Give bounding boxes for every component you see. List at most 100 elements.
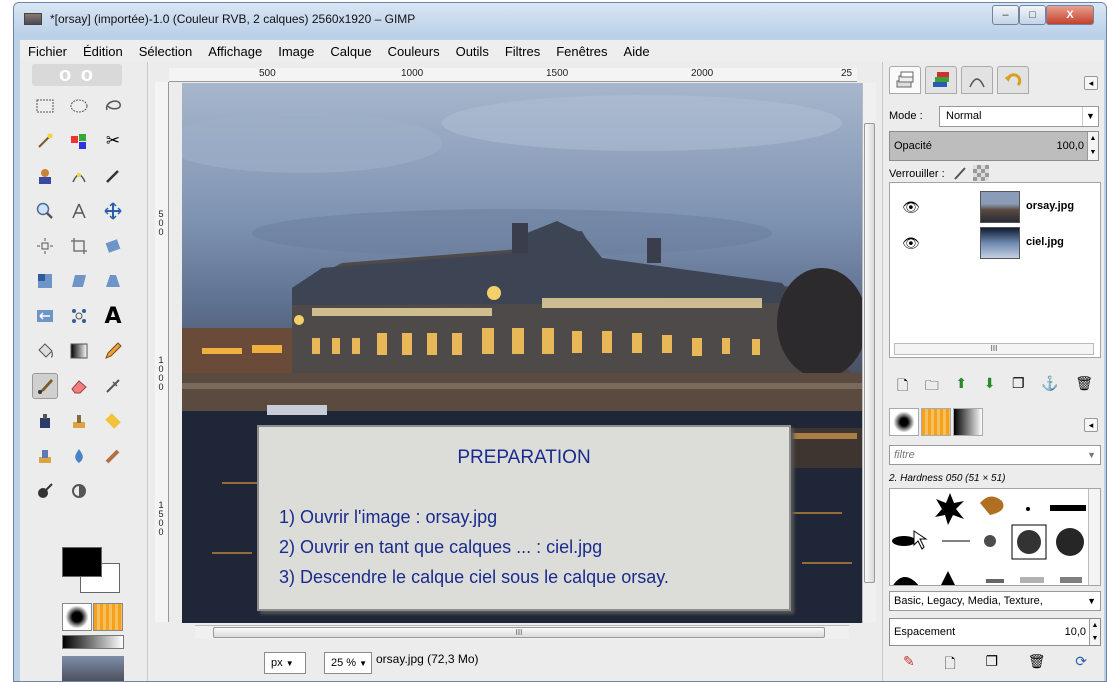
menu-fichier[interactable]: Fichier (20, 44, 75, 59)
horizontal-scrollbar[interactable]: III (195, 625, 849, 639)
layer-row[interactable]: 👁 ciel.jpg (890, 225, 1100, 261)
undo-history-tab-icon[interactable] (997, 66, 1029, 94)
select-by-color-icon[interactable] (66, 128, 92, 154)
smudge-icon[interactable] (100, 443, 126, 469)
menu-affichage[interactable]: Affichage (200, 44, 270, 59)
new-layer-group-icon[interactable]: 🗀 (925, 375, 939, 397)
horizontal-scroll-thumb[interactable]: III (213, 627, 825, 638)
menu-fenetres[interactable]: Fenêtres (548, 44, 615, 59)
ink-icon[interactable] (32, 408, 58, 434)
perspective-icon[interactable] (100, 268, 126, 294)
fg-bg-colors[interactable] (62, 547, 120, 595)
horizontal-ruler[interactable]: 500 1000 1500 2000 25 (169, 68, 857, 82)
minimize-button[interactable]: – (992, 5, 1019, 25)
pencil-icon[interactable] (100, 338, 126, 364)
edit-brush-icon[interactable]: ✎ (903, 653, 915, 675)
lower-layer-icon[interactable]: ⬇ (984, 375, 996, 397)
foreground-color-swatch[interactable] (62, 547, 102, 577)
dock-menu-icon[interactable]: ◂ (1084, 418, 1098, 432)
spacing-spinner[interactable]: ▲ ▼ (1089, 619, 1100, 645)
brush-grid[interactable] (889, 488, 1101, 586)
rotate-icon[interactable] (100, 233, 126, 259)
refresh-brushes-icon[interactable]: ⟳ (1075, 653, 1087, 675)
maximize-button[interactable]: □ (1019, 5, 1046, 25)
active-brush-swatch[interactable] (62, 603, 92, 631)
lock-alpha-icon[interactable] (973, 165, 989, 181)
unit-select[interactable]: px ▼ (264, 652, 306, 674)
vertical-scroll-thumb[interactable] (864, 123, 875, 583)
active-gradient-swatch[interactable] (62, 635, 124, 649)
align-icon[interactable] (32, 233, 58, 259)
menu-selection[interactable]: Sélection (131, 44, 200, 59)
blend-icon[interactable] (66, 338, 92, 364)
raise-layer-icon[interactable]: ⬆ (955, 375, 967, 397)
bucket-fill-icon[interactable] (32, 338, 58, 364)
clone-icon[interactable] (66, 408, 92, 434)
color-picker-icon[interactable] (100, 163, 126, 189)
menu-outils[interactable]: Outils (448, 44, 497, 59)
paths-tab-icon[interactable] (961, 66, 993, 94)
file-info: orsay.jpg (72,3 Mo) (376, 652, 479, 666)
measure-icon[interactable] (66, 198, 92, 224)
zoom-icon[interactable] (32, 198, 58, 224)
paintbrush-icon[interactable] (32, 373, 58, 399)
dodge-burn-icon[interactable] (32, 478, 58, 504)
layer-row[interactable]: 👁 orsay.jpg (890, 189, 1100, 225)
eraser-icon[interactable] (66, 373, 92, 399)
heal-icon[interactable] (100, 408, 126, 434)
ellipse-select-icon[interactable] (66, 93, 92, 119)
blur-icon[interactable] (66, 443, 92, 469)
rect-select-icon[interactable] (32, 93, 58, 119)
crop-icon[interactable] (66, 233, 92, 259)
close-button[interactable]: X (1046, 5, 1094, 25)
spacing-slider[interactable]: Espacement 10,0 ▲ ▼ (889, 618, 1101, 646)
eye-icon[interactable]: 👁 (902, 199, 920, 216)
delete-layer-icon[interactable]: 🗑 (1075, 375, 1093, 397)
lasso-icon[interactable] (100, 93, 126, 119)
scissors-icon[interactable]: ✂ (100, 128, 126, 154)
dock-menu-icon[interactable]: ◂ (1084, 76, 1098, 90)
brush-filter-input[interactable]: filtre ▼ (889, 445, 1101, 465)
layers-tab-icon[interactable] (889, 66, 921, 94)
gradients-tab-icon[interactable] (953, 408, 983, 436)
duplicate-brush-icon[interactable]: ❐ (985, 653, 998, 675)
move-icon[interactable] (100, 198, 126, 224)
delete-brush-icon[interactable]: 🗑 (1028, 653, 1046, 675)
zoom-select[interactable]: 25 % ▼ (324, 652, 372, 674)
paths-icon[interactable] (66, 163, 92, 189)
vertical-scrollbar[interactable] (862, 83, 876, 623)
brush-grid-scrollbar[interactable] (1088, 489, 1100, 585)
flip-icon[interactable] (32, 303, 58, 329)
shear-icon[interactable] (66, 268, 92, 294)
vertical-ruler[interactable]: 500 1000 1500 (155, 82, 169, 622)
patterns-tab-icon[interactable] (921, 408, 951, 436)
new-layer-icon[interactable]: 🗋 (897, 375, 908, 397)
image-thumbnail[interactable] (62, 656, 124, 681)
menu-calque[interactable]: Calque (322, 44, 379, 59)
text-tool-icon[interactable]: A (100, 303, 126, 329)
layers-hscroll[interactable]: III (894, 343, 1094, 355)
opacity-slider[interactable]: Opacité 100,0 ▲ ▼ (889, 131, 1099, 161)
menu-aide[interactable]: Aide (616, 44, 658, 59)
scale-icon[interactable] (32, 268, 58, 294)
channels-tab-icon[interactable] (925, 66, 957, 94)
menu-edition[interactable]: Édition (75, 44, 131, 59)
brush-tags-select[interactable]: Basic, Legacy, Media, Texture, ▼ (889, 591, 1101, 611)
new-brush-icon[interactable]: 🗋 (944, 653, 955, 675)
eye-icon[interactable]: 👁 (902, 235, 920, 252)
active-pattern-swatch[interactable] (93, 603, 123, 631)
brushes-tab-icon[interactable] (889, 408, 919, 436)
dodge-icon[interactable] (66, 478, 92, 504)
foreground-select-icon[interactable] (32, 163, 58, 189)
menu-image[interactable]: Image (270, 44, 322, 59)
duplicate-layer-icon[interactable]: ❐ (1012, 375, 1025, 397)
perspective-clone-icon[interactable] (32, 443, 58, 469)
opacity-spinner[interactable]: ▲ ▼ (1087, 132, 1098, 160)
anchor-layer-icon[interactable]: ⚓ (1041, 375, 1058, 397)
menu-couleurs[interactable]: Couleurs (380, 44, 448, 59)
mode-select[interactable]: Normal ▼ (939, 106, 1099, 127)
fuzzy-select-icon[interactable] (32, 128, 58, 154)
cage-transform-icon[interactable] (66, 303, 92, 329)
menu-filtres[interactable]: Filtres (497, 44, 548, 59)
airbrush-icon[interactable] (100, 373, 126, 399)
